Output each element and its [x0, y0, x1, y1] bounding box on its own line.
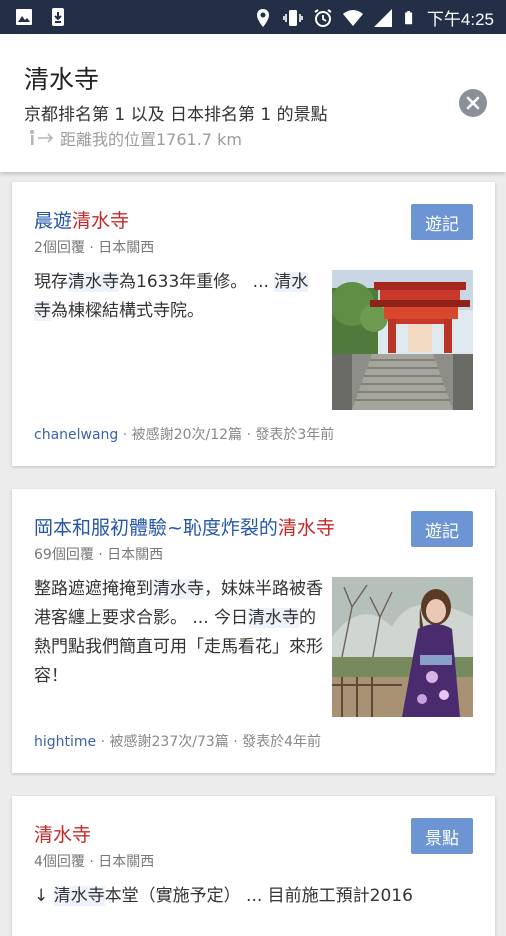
result-card[interactable]: 岡本和服初體驗~恥度炸裂的清水寺 遊記 69個回覆 · 日本關西 整路遮遮掩掩到…: [12, 489, 495, 773]
wifi-icon: [342, 9, 363, 26]
card-byline: chanelwang · 被感謝20次/12篇 · 發表於3年前: [34, 427, 335, 443]
signal-icon: [373, 8, 392, 27]
card-title[interactable]: 岡本和服初體驗~恥度炸裂的清水寺: [34, 513, 335, 540]
travelogue-tag-button[interactable]: 遊記: [411, 204, 473, 240]
card-title[interactable]: 晨遊清水寺: [34, 206, 129, 233]
status-bar: 下午4:25: [0, 0, 506, 34]
distance-row: 距離我的位置1761.7 km: [28, 126, 242, 150]
author-link[interactable]: hightime: [34, 734, 96, 750]
result-card[interactable]: 清水寺 景點 4個回覆 · 日本關西 ↓ 清水寺本堂（實施予定） ... 目前施…: [12, 796, 495, 936]
card-excerpt: ↓ 清水寺本堂（實施予定） ... 目前施工預計2016: [34, 886, 413, 906]
place-header: 清水寺 京都排名第 1 以及 日本排名第 1 的景點 距離我的位置1761.7 …: [0, 34, 506, 172]
card-meta: 4個回覆 · 日本關西: [34, 854, 155, 870]
alarm-icon: [314, 8, 332, 27]
card-byline: hightime · 被感謝237次/73篇 · 發表於4年前: [34, 734, 322, 750]
image-icon: [16, 9, 32, 25]
card-meta: 2個回覆 · 日本關西: [34, 240, 155, 256]
walk-arrow-icon: [30, 130, 54, 145]
result-card[interactable]: 晨遊清水寺 遊記 2個回覆 · 日本關西 現存清水寺為1633年重修。 ... …: [12, 182, 495, 466]
vibrate-icon: [283, 9, 303, 26]
distance-text: 距離我的位置1761.7 km: [60, 130, 242, 149]
kimono-photo[interactable]: [332, 577, 473, 717]
location-icon: [256, 8, 269, 27]
card-title[interactable]: 清水寺: [34, 820, 91, 847]
close-button[interactable]: [459, 89, 487, 117]
clock: 下午4:25: [426, 10, 494, 29]
place-title: 清水寺: [24, 65, 100, 94]
temple-gate-photo[interactable]: [332, 270, 473, 410]
card-meta: 69個回覆 · 日本關西: [34, 547, 164, 563]
attraction-tag-button[interactable]: 景點: [411, 818, 473, 854]
place-ranking: 京都排名第 1 以及 日本排名第 1 的景點: [24, 105, 328, 125]
battery-icon: [405, 10, 413, 24]
card-excerpt: 整路遮遮掩掩到清水寺，妹妹半路被香港客纏上要求合影。 ... 今日清水寺的熱門點…: [34, 579, 323, 686]
card-excerpt: 現存清水寺為1633年重修。 ... 清水寺為棟樑結構式寺院。: [34, 272, 309, 321]
author-link[interactable]: chanelwang: [34, 427, 118, 443]
close-icon: [466, 96, 480, 110]
download-icon: [52, 8, 64, 26]
travelogue-tag-button[interactable]: 遊記: [411, 511, 473, 547]
